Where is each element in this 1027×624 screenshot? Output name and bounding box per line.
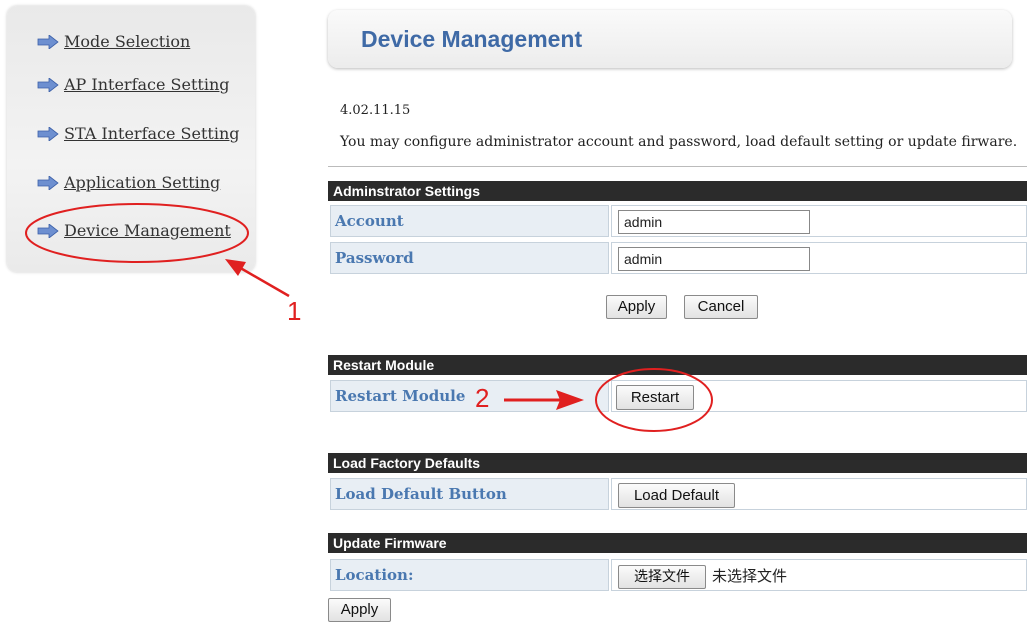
- arrow-right-icon: [37, 175, 59, 190]
- version-text: 4.02.11.15: [340, 103, 411, 118]
- admin-cancel-button[interactable]: Cancel: [684, 295, 758, 319]
- password-input[interactable]: admin: [618, 247, 810, 271]
- annotation-number-2: 2: [475, 383, 490, 413]
- restart-button[interactable]: Restart: [616, 385, 694, 410]
- location-label: Location:: [330, 559, 609, 591]
- nav-label: Application Setting: [64, 173, 221, 192]
- password-cell: admin: [611, 242, 1027, 274]
- password-row: Password admin: [328, 242, 1027, 276]
- account-label: Account: [330, 205, 609, 237]
- arrow-right-icon: [37, 223, 59, 238]
- nav-sta-interface-setting[interactable]: STA Interface Setting: [37, 124, 240, 143]
- account-row: Account admin: [328, 205, 1027, 239]
- arrow-right-icon: [37, 126, 59, 141]
- firmware-apply-button[interactable]: Apply: [328, 598, 391, 622]
- page-description: You may configure administrator account …: [340, 134, 1018, 150]
- choose-file-button[interactable]: 选择文件: [618, 565, 706, 589]
- sidebar: Mode Selection AP Interface Setting STA …: [7, 6, 255, 272]
- divider: [328, 166, 1027, 167]
- section-header-firmware: Update Firmware: [328, 533, 1027, 553]
- restart-label: Restart Module: [330, 380, 609, 412]
- load-default-button[interactable]: Load Default: [618, 483, 735, 508]
- section-header-restart: Restart Module: [328, 355, 1027, 375]
- arrow-right-icon: [37, 34, 59, 49]
- nav-application-setting[interactable]: Application Setting: [37, 173, 220, 192]
- account-cell: admin: [611, 205, 1027, 237]
- account-input[interactable]: admin: [618, 210, 810, 234]
- location-row: Location: 选择文件 未选择文件: [328, 559, 1027, 593]
- file-status-text: 未选择文件: [712, 567, 788, 585]
- nav-label: STA Interface Setting: [64, 124, 240, 143]
- password-label: Password: [330, 242, 609, 274]
- nav-device-management[interactable]: Device Management: [37, 221, 231, 240]
- annotation-number-1: 1: [287, 296, 302, 326]
- arrow-right-icon: [37, 77, 59, 92]
- nav-label: AP Interface Setting: [64, 75, 230, 94]
- section-header-factory: Load Factory Defaults: [328, 453, 1027, 473]
- nav-ap-interface-setting[interactable]: AP Interface Setting: [37, 75, 230, 94]
- admin-apply-button[interactable]: Apply: [606, 295, 667, 319]
- section-header-admin: Adminstrator Settings: [328, 181, 1027, 201]
- nav-label: Device Management: [64, 221, 231, 240]
- nav-label: Mode Selection: [64, 32, 191, 51]
- page-header: Device Management: [328, 10, 1012, 68]
- location-cell: 选择文件 未选择文件: [611, 559, 1027, 591]
- nav-mode-selection[interactable]: Mode Selection: [37, 32, 190, 51]
- page-title: Device Management: [361, 26, 583, 52]
- load-default-label: Load Default Button: [330, 478, 609, 510]
